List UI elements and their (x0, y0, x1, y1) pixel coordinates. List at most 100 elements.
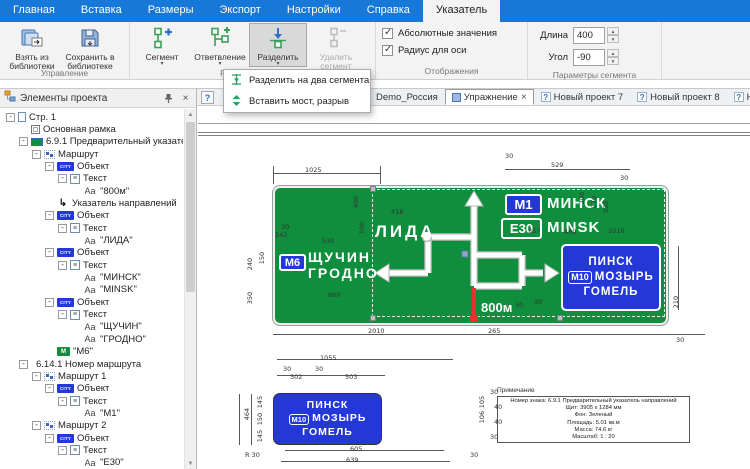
sign-text-schuchin[interactable]: ЩУЧИН (308, 249, 371, 265)
document-tab[interactable]: Demo_Россия (369, 89, 445, 105)
tree-item[interactable]: Аа"ЩУЧИН" (71, 321, 142, 333)
tree-item[interactable]: -≡Текст (58, 395, 107, 407)
document-tab[interactable]: Упражнение (445, 89, 534, 105)
radius-for-axis-checkbox[interactable]: Радиус для оси (382, 45, 521, 56)
sign-text-distance[interactable]: 800м (481, 300, 512, 315)
tree-expander-icon[interactable]: - (45, 211, 54, 220)
grip-handle[interactable] (557, 315, 563, 321)
tree-item[interactable]: Аа"MINSK" (71, 284, 137, 296)
close-icon[interactable] (179, 92, 192, 105)
tree-item[interactable]: -≡Текст (58, 173, 107, 185)
tree-scrollbar[interactable] (184, 109, 196, 469)
tree-item[interactable]: -CITYОбъект (45, 432, 109, 444)
tree-item[interactable]: -6.14.1 Номер маршрута (19, 358, 141, 370)
tree-item[interactable]: Аа"ГРОДНО" (71, 333, 146, 345)
tree-expander-icon[interactable]: - (45, 298, 54, 307)
tree-expander-icon[interactable]: - (58, 224, 67, 233)
document-tab[interactable]: Новый проект 8 (630, 89, 727, 105)
pin-icon[interactable] (162, 92, 175, 105)
tree-expander-icon[interactable]: - (32, 421, 41, 430)
ribbon-tab[interactable]: Экспорт (206, 0, 273, 22)
spin-down-icon[interactable] (607, 57, 619, 65)
tree-expander-icon[interactable]: - (58, 397, 67, 406)
tree-expander-icon[interactable]: - (45, 434, 54, 443)
route-badge-m1[interactable]: М1 (505, 194, 542, 215)
ribbon-tab[interactable]: Указатель (423, 0, 500, 22)
tree-expander-icon[interactable]: - (19, 360, 28, 369)
scroll-down-icon[interactable] (185, 458, 196, 469)
checkbox-checked-icon[interactable] (382, 45, 393, 56)
tree-expander-icon[interactable]: - (45, 384, 54, 393)
tree-expander-icon[interactable]: - (58, 261, 67, 270)
tree-item[interactable]: -CITYОбъект (45, 210, 109, 222)
take-from-library-button[interactable]: Взять из библиотеки (3, 23, 61, 67)
sign-blue-panel[interactable]: ПИНСК М10 МОЗЫРЬ ГОМЕЛЬ (561, 244, 661, 311)
menu-item[interactable]: Вставить мост, разрыв (224, 91, 370, 112)
tree-item[interactable]: M"М6" (45, 346, 93, 358)
tree-item[interactable]: -CITYОбъект (45, 160, 109, 172)
angle-input[interactable]: -90 (573, 49, 605, 66)
tree-item[interactable]: -≡Текст (58, 259, 107, 271)
checkbox-checked-icon[interactable] (382, 28, 393, 39)
tree-item[interactable]: Аа"ЛИДА" (71, 235, 133, 247)
tree-expander-icon[interactable]: - (32, 150, 41, 159)
absolute-values-checkbox[interactable]: Абсолютные значения (382, 28, 521, 39)
tree-item[interactable]: -≡Текст (58, 444, 107, 456)
tree-item[interactable]: Аа"М1" (71, 407, 120, 419)
tree-item[interactable]: -Маршрут 2 (32, 420, 106, 432)
save-to-library-button[interactable]: Сохранить в библиотеке (61, 23, 119, 67)
split-button[interactable]: Разделить (249, 23, 307, 67)
tree-expander-icon[interactable]: - (45, 248, 54, 257)
tree-item[interactable]: -CITYОбъект (45, 247, 109, 259)
angle-stepper[interactable] (607, 49, 619, 65)
scrollbar-thumb[interactable] (186, 122, 195, 292)
dimension-label: 302 (290, 373, 302, 381)
tree-item[interactable]: -6.9.1 Предварительный указатель напра (19, 136, 183, 148)
ribbon-tab[interactable]: Вставка (68, 0, 135, 22)
tree-item[interactable]: Аа"800м" (71, 185, 129, 197)
tree-item[interactable]: -Маршрут (32, 148, 99, 160)
help-icon[interactable] (201, 91, 214, 104)
length-input[interactable]: 400 (573, 27, 605, 44)
ribbon-tab[interactable]: Справка (354, 0, 423, 22)
document-tab[interactable]: Новый проект 7 (534, 89, 631, 105)
tree-item[interactable]: Основная рамка (19, 123, 116, 135)
tree-expander-icon[interactable]: - (58, 174, 67, 183)
tree-expander-icon[interactable]: - (32, 372, 41, 381)
grip-handle[interactable] (370, 186, 376, 192)
tree-item[interactable]: Аа"МИНСК" (71, 272, 141, 284)
spin-down-icon[interactable] (607, 35, 619, 43)
tree-item[interactable]: -≡Текст (58, 309, 107, 321)
tree-item[interactable]: -≡Текст (58, 222, 107, 234)
tree-item[interactable]: -CITYОбъект (45, 296, 109, 308)
tree-expander-icon[interactable]: - (45, 162, 54, 171)
spin-up-icon[interactable] (607, 27, 619, 35)
tree-item[interactable]: -Стр. 1 (6, 111, 56, 123)
sign-text-lida[interactable]: ЛИДА (375, 222, 436, 242)
aa-icon: Аа (83, 334, 97, 344)
tree-item[interactable]: ↳Указатель направлений (45, 197, 177, 209)
length-stepper[interactable] (607, 27, 619, 43)
route-badge-m6[interactable]: М6 (279, 254, 306, 271)
tree-expander-icon[interactable]: - (58, 446, 67, 455)
tree-item[interactable]: -CITYОбъект (45, 383, 109, 395)
detail-blue-sign[interactable]: ПИНСК М10 МОЗЫРЬ ГОМЕЛЬ (273, 393, 382, 445)
tree-expander-icon[interactable]: - (19, 137, 28, 146)
ribbon-tab[interactable]: Настройки (274, 0, 354, 22)
tree-expander-icon[interactable]: - (58, 310, 67, 319)
ribbon-tab[interactable]: Размеры (135, 0, 207, 22)
tree-item[interactable]: -Маршрут 1 (32, 370, 106, 382)
menu-item[interactable]: Разделить на два сегмента (224, 70, 370, 91)
drawing-canvas[interactable]: ЛИДА М1 МИНСК E30 MINSK М6 ЩУЧИН ГРОДНО … (198, 106, 750, 469)
ribbon-tab[interactable]: Главная (0, 0, 68, 22)
close-tab-icon[interactable] (521, 92, 527, 103)
branch-button[interactable]: Ответвление (191, 23, 249, 67)
grip-handle[interactable] (370, 315, 376, 321)
sign-text-grodno[interactable]: ГРОДНО (308, 265, 379, 281)
segment-button[interactable]: Сегмент (133, 23, 191, 67)
tree-expander-icon[interactable]: - (6, 113, 15, 122)
tree-item[interactable]: Аа"E30" (71, 457, 124, 469)
document-tab[interactable]: Новый проект 9 (727, 89, 750, 105)
scroll-up-icon[interactable] (185, 109, 196, 120)
spin-up-icon[interactable] (607, 49, 619, 57)
